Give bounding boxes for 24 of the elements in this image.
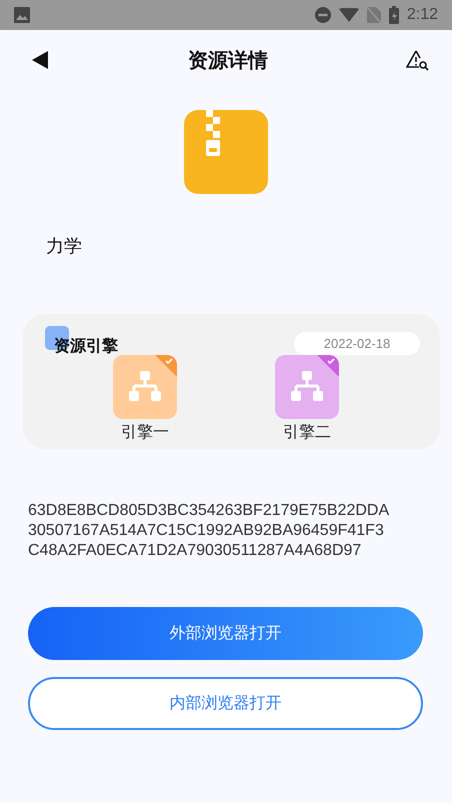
hierarchy-icon	[128, 370, 162, 404]
wifi-icon	[338, 8, 359, 22]
clock-time: 2:12	[406, 6, 438, 24]
link-text-line: 63D8E8BCD805D3BC354263BF2179E75B22DDA	[28, 501, 390, 521]
back-icon[interactable]	[30, 50, 50, 70]
engine-tile[interactable]	[275, 355, 339, 419]
link-text-line: 30507167A514A7C15C1992AB92BA96459F41F3	[28, 521, 385, 541]
link-text-line: C48A2FA0ECA71D2A79030511287A4A68D97	[28, 541, 362, 561]
hierarchy-icon	[290, 370, 324, 404]
resource-name: 力学	[46, 235, 83, 258]
engine-tile[interactable]	[113, 355, 177, 419]
open-browser-button[interactable]: 内部浏览器打开	[28, 677, 423, 730]
warning-search-icon[interactable]	[406, 49, 430, 71]
do-not-disturb-icon	[314, 7, 331, 23]
section-title: 资源引擎	[54, 336, 118, 357]
engine-label: 引擎二	[283, 422, 331, 443]
open-browser-button[interactable]: 外部浏览器打开	[28, 607, 423, 660]
battery-icon	[388, 6, 399, 24]
image-icon	[14, 7, 30, 23]
no-sim-icon	[366, 7, 381, 23]
date-badge: 2022-02-18	[294, 332, 420, 355]
zip-file-icon	[184, 110, 268, 194]
engine-label: 引擎一	[121, 422, 169, 443]
page-title: 资源详情	[188, 46, 268, 74]
